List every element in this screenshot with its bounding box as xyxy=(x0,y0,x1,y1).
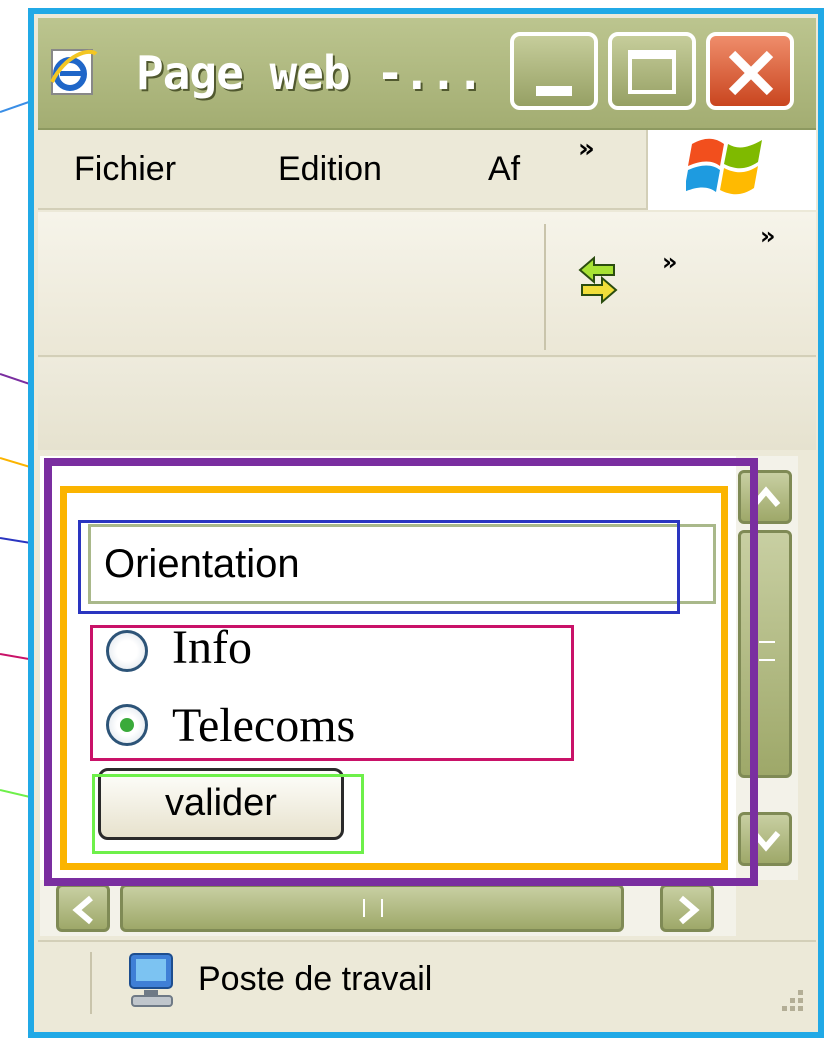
maximize-icon xyxy=(628,50,676,94)
status-separator xyxy=(90,952,92,1014)
refresh-arrows-icon[interactable] xyxy=(576,256,620,304)
annotation-radios xyxy=(90,625,574,761)
annotation-legend xyxy=(78,520,680,614)
scroll-right-button[interactable] xyxy=(660,884,714,932)
maximize-button[interactable] xyxy=(608,32,696,110)
windows-logo-icon xyxy=(686,138,762,195)
menu-overflow-chevron[interactable]: » xyxy=(578,134,595,164)
window-title: Page web -... xyxy=(136,46,484,100)
resize-grip-icon[interactable] xyxy=(776,986,808,1018)
address-bar[interactable] xyxy=(38,358,816,450)
scroll-left-icon xyxy=(72,895,93,925)
scroll-left-button[interactable] xyxy=(56,884,110,932)
scroll-right-icon xyxy=(679,895,700,925)
minimize-button[interactable] xyxy=(510,32,598,110)
toolbar-separator xyxy=(544,224,546,350)
horizontal-scroll-thumb[interactable] xyxy=(120,884,624,932)
menu-fichier[interactable]: Fichier xyxy=(74,150,176,189)
ie-icon xyxy=(50,49,98,95)
status-zone-text: Poste de travail xyxy=(198,960,433,998)
close-button[interactable] xyxy=(706,32,794,110)
toolbar-overflow-chevron[interactable]: » xyxy=(662,248,678,276)
links-overflow-chevron[interactable]: » xyxy=(760,222,776,250)
toolbar xyxy=(38,212,816,357)
menu-affichage[interactable]: Af xyxy=(488,150,520,189)
minimize-icon xyxy=(536,86,572,96)
menu-edition[interactable]: Edition xyxy=(278,150,382,189)
hthumb-grip xyxy=(363,899,383,917)
annotation-button xyxy=(92,774,364,854)
close-icon xyxy=(728,50,774,96)
computer-icon xyxy=(129,953,173,1007)
thumb-grip xyxy=(759,641,775,661)
